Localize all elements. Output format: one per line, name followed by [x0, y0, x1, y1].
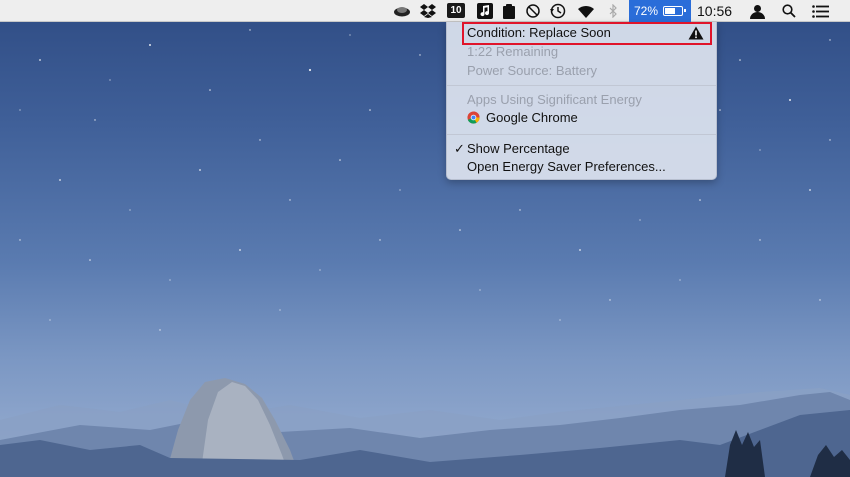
- clock[interactable]: 10:56: [697, 0, 732, 22]
- battery-level-fill: [665, 8, 676, 14]
- stop-icon[interactable]: [524, 0, 542, 22]
- checkmark-icon: ✓: [454, 141, 465, 156]
- menu-item-show-percentage[interactable]: Show Percentage: [467, 140, 570, 158]
- bluetooth-icon[interactable]: [606, 0, 620, 22]
- wallpaper-art: [0, 29, 850, 477]
- music-icon[interactable]: [476, 0, 494, 22]
- menu-separator: [447, 85, 716, 86]
- menu-separator: [447, 134, 716, 135]
- user-icon[interactable]: [748, 0, 766, 22]
- menu-item-remaining: 1:22 Remaining: [467, 44, 559, 59]
- chrome-icon: [467, 111, 480, 124]
- wifi-icon[interactable]: [576, 0, 596, 22]
- menu-header-apps: Apps Using Significant Energy: [467, 92, 642, 107]
- notification-center-icon[interactable]: [810, 0, 830, 22]
- time-machine-icon[interactable]: [548, 0, 568, 22]
- battery-icon: [663, 6, 687, 16]
- warning-icon: [688, 26, 704, 40]
- battery-percent: 72%: [634, 4, 659, 18]
- menu-item-google-chrome[interactable]: Google Chrome: [486, 109, 578, 127]
- menu-item-condition[interactable]: Condition: Replace Soon: [467, 24, 611, 42]
- menu-bar: 10 72% 10:56: [0, 0, 850, 22]
- desktop-wallpaper: [0, 0, 850, 477]
- clipboard-icon[interactable]: [500, 0, 518, 22]
- menu-item-power-source: Power Source: Battery: [467, 63, 598, 78]
- battery-dropdown-menu: Condition: Replace Soon 1:22 Remaining P…: [446, 22, 717, 180]
- battery-menu-extra[interactable]: 72%: [629, 0, 691, 22]
- cloud-icon[interactable]: [392, 0, 412, 22]
- spotlight-icon[interactable]: [780, 0, 798, 22]
- dropbox-icon[interactable]: [419, 0, 437, 22]
- menu-item-open-energy-saver[interactable]: Open Energy Saver Preferences...: [467, 158, 666, 176]
- badge-10-icon[interactable]: 10: [447, 3, 465, 18]
